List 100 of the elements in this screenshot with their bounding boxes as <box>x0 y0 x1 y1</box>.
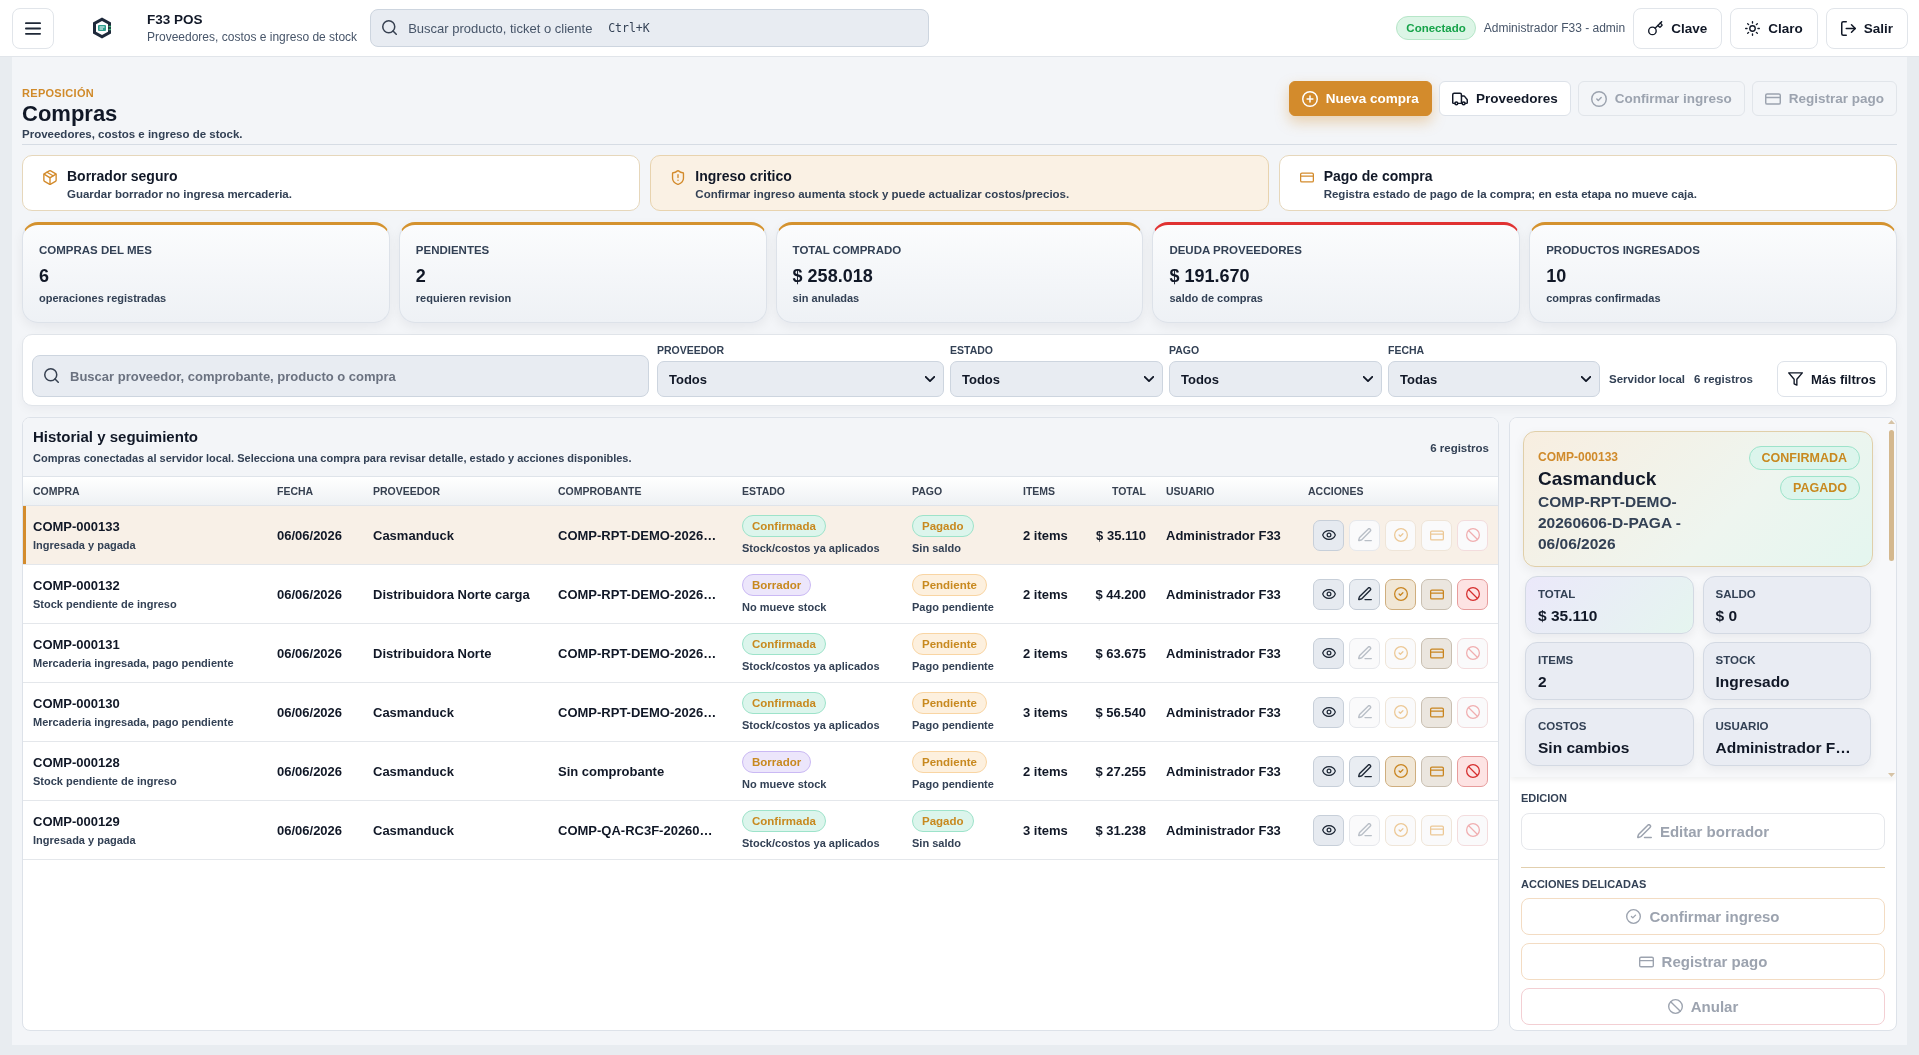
stat-label: STOCK <box>1715 653 1756 667</box>
column-header: ITEMS <box>1023 485 1056 497</box>
confirm-button[interactable] <box>1385 578 1416 610</box>
status-note: No mueve stock <box>742 600 827 614</box>
prohibited-icon <box>1465 587 1480 601</box>
password-button[interactable]: Clave <box>1633 7 1723 49</box>
view-button[interactable] <box>1313 519 1344 551</box>
credit-card-icon <box>1429 529 1444 541</box>
filter-label: PROVEEDOR <box>657 344 725 357</box>
purchase-id: COMP-000132 <box>33 577 120 594</box>
item-count: 3 items <box>1023 822 1068 838</box>
filter-label: FECHA <box>1388 344 1425 357</box>
supplier-name: Casmanduck <box>1538 467 1657 491</box>
credit-card-icon <box>1764 90 1781 107</box>
notice-text: Confirmar ingreso aumenta stock y puede actualizar costos/precios. <box>695 187 1070 202</box>
voucher-number: COMP-QA-RC3F-20260… <box>558 822 713 838</box>
credit-card-icon <box>1429 706 1444 718</box>
page-eyebrow: REPOSICIÓN <box>22 86 95 100</box>
edit-button[interactable] <box>1349 755 1380 787</box>
purchase-id: COMP-000133 <box>33 518 120 535</box>
user-name: Administrador F33 <box>1165 763 1281 779</box>
table-row[interactable]: COMP-000133 Ingresada y pagada 06/06/2026 Casmanduck COMP-RPT-DEMO-2026… Confirmada Stock/costos ya aplicados Pagado Sin saldo 2 items $ 35.110 Administrador F33 <box>23 506 1498 565</box>
record-count: 6 registros <box>1694 372 1753 387</box>
scrollbar[interactable] <box>1888 420 1895 777</box>
stat-value: $ 0 <box>1715 606 1738 625</box>
stat-value: Sin cambios <box>1538 738 1630 757</box>
purchase-date: 06/06/2026 <box>277 822 343 838</box>
status-badge: Confirmada <box>742 515 826 537</box>
pencil-icon <box>1357 646 1372 660</box>
item-count: 3 items <box>1023 704 1068 720</box>
panel-title: Historial y seguimiento <box>33 428 199 446</box>
stat-value: Administrador F… <box>1715 738 1851 757</box>
panel-description: Compras conectadas al servidor local. Selecciona una compra para revisar detalle, estado y acciones disponibles. <box>33 451 632 465</box>
column-header: PROVEEDOR <box>373 485 441 497</box>
pencil-icon <box>1636 824 1652 839</box>
payment-button[interactable] <box>1421 696 1452 728</box>
edit-button[interactable] <box>1349 578 1380 610</box>
app-subtitle: Proveedores, costos e ingreso de stock <box>147 30 358 45</box>
plus-circle-icon <box>1301 90 1318 107</box>
total-amount: $ 31.238 <box>1095 822 1146 838</box>
column-header: COMPRA <box>33 485 80 497</box>
filter-select[interactable]: Todas <box>1388 361 1600 397</box>
menu-button[interactable] <box>12 7 54 49</box>
prohibited-icon <box>1465 646 1480 660</box>
payment-badge: Pendiente <box>912 692 987 714</box>
confirm-button[interactable] <box>1385 755 1416 787</box>
stat-value: Ingresado <box>1715 672 1790 691</box>
check-circle-icon <box>1393 764 1408 778</box>
filter-select[interactable]: Todos <box>950 361 1163 397</box>
check-circle-icon <box>1626 909 1642 924</box>
column-header: COMPROBANTE <box>558 485 642 497</box>
view-button[interactable] <box>1313 755 1344 787</box>
view-button[interactable] <box>1313 696 1344 728</box>
kpi-value: 6 <box>39 265 49 287</box>
payment-button[interactable] <box>1421 755 1452 787</box>
voucher-number: COMP-RPT-DEMO-2026… <box>558 704 717 720</box>
chevron-down-icon <box>1581 376 1591 382</box>
search-field[interactable]: Buscar proveedor, comprobante, producto o compra <box>32 355 649 397</box>
void-button[interactable] <box>1457 578 1488 610</box>
kpi-note: operaciones registradas <box>39 291 167 305</box>
purchase-id: COMP-000131 <box>33 636 120 653</box>
kpi-label: TOTAL COMPRADO <box>792 243 902 257</box>
prohibited-icon <box>1667 999 1683 1014</box>
payment-badge: Pagado <box>912 810 974 832</box>
voucher-number: COMP-RPT-DEMO-2026… <box>558 527 717 543</box>
purchase-date: 06/06/2026 <box>277 527 343 543</box>
view-button[interactable] <box>1313 637 1344 669</box>
filter-select[interactable]: Todos <box>657 361 944 397</box>
payment-button[interactable] <box>1421 578 1452 610</box>
notice-text: Guardar borrador no ingresa mercaderia. <box>67 187 292 202</box>
supplier-name: Distribuidora Norte <box>373 645 492 661</box>
voucher-number: COMP-RPT-DEMO-2026… <box>558 586 717 602</box>
payment-button[interactable] <box>1421 637 1452 669</box>
status-badge: Confirmada <box>742 692 826 714</box>
view-button[interactable] <box>1313 578 1344 610</box>
logout-button[interactable]: Salir <box>1825 7 1908 49</box>
payment-note: Sin saldo <box>912 836 961 850</box>
prohibited-icon <box>1465 705 1480 719</box>
suppliers-button[interactable]: Proveedores <box>1438 81 1571 116</box>
pencil-icon <box>1357 823 1372 837</box>
kpi-value: $ 191.670 <box>1169 265 1250 287</box>
void-button[interactable] <box>1457 755 1488 787</box>
user-name: Administrador F33 <box>1165 822 1281 838</box>
credit-card-icon <box>1429 588 1444 600</box>
truck-icon <box>1451 90 1468 107</box>
filter-select[interactable]: Todos <box>1169 361 1382 397</box>
theme-button[interactable]: Claro <box>1730 7 1818 49</box>
payment-note: Pago pendiente <box>912 777 994 791</box>
eye-icon <box>1321 707 1336 717</box>
view-button[interactable] <box>1313 814 1344 846</box>
column-header: TOTAL <box>1111 485 1146 497</box>
eye-icon <box>1321 648 1336 658</box>
sun-icon <box>1745 20 1761 36</box>
kpi-value: 2 <box>415 265 426 287</box>
payment-badge: Pagado <box>912 515 974 537</box>
stat-label: USUARIO <box>1715 719 1769 733</box>
payment-badge: Pendiente <box>912 751 987 773</box>
purchase-date: 06/06/2026 <box>277 763 343 779</box>
credit-card-icon <box>1638 955 1654 968</box>
more-filters-button[interactable]: Más filtros <box>1777 361 1887 397</box>
